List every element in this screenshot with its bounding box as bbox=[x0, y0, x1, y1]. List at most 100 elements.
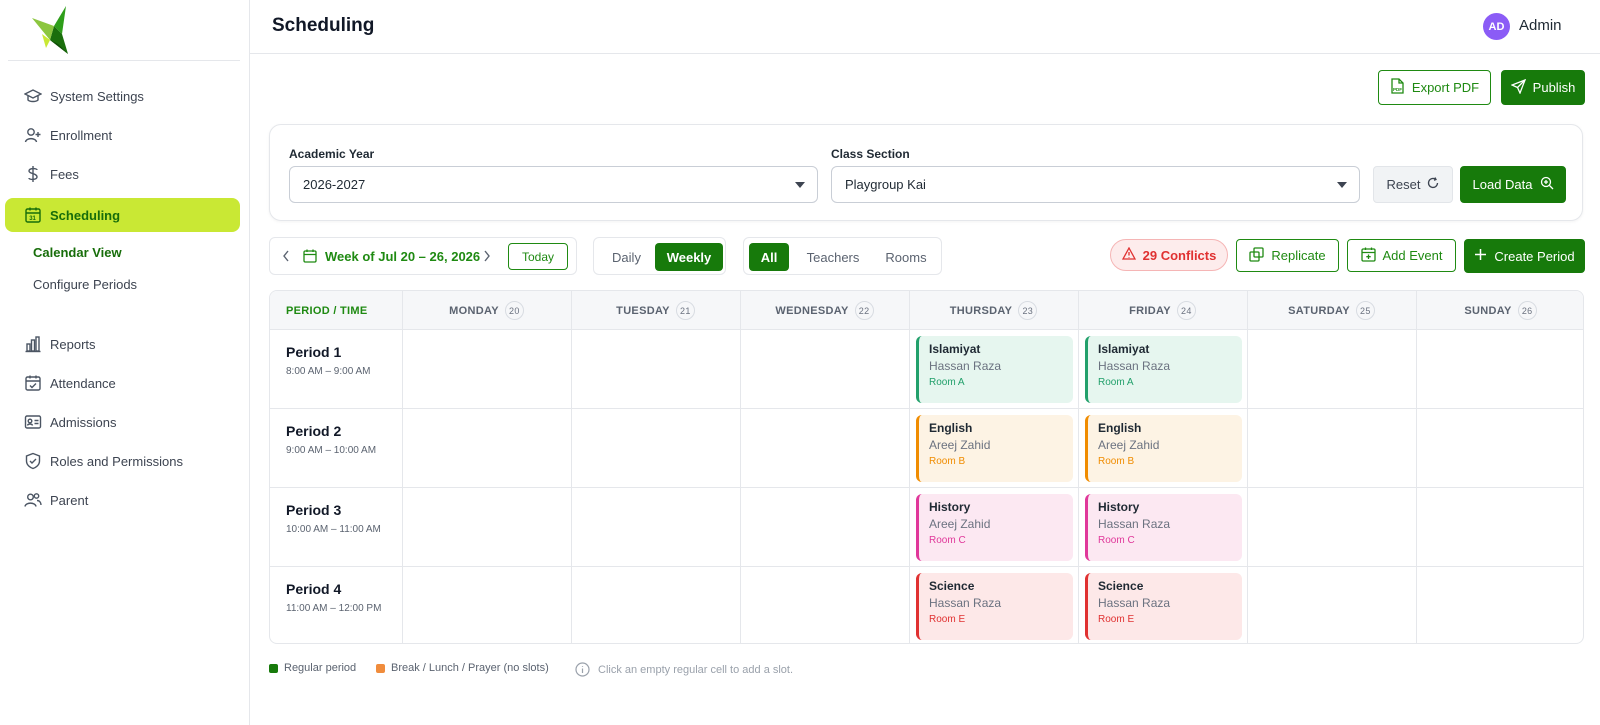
period-label: Period 3 bbox=[286, 502, 342, 518]
period-time: 10:00 AM – 11:00 AM bbox=[286, 524, 381, 535]
slot-teacher: Hassan Raza bbox=[1098, 517, 1171, 531]
dollar-icon bbox=[24, 165, 42, 183]
plus-icon bbox=[1474, 248, 1487, 264]
send-icon bbox=[1509, 78, 1526, 97]
sidebar-item-roles-permissions[interactable]: Roles and Permissions bbox=[5, 444, 240, 478]
view-daily-button[interactable]: Daily bbox=[599, 243, 654, 271]
academic-year-select[interactable]: 2026-2027 bbox=[289, 166, 818, 203]
sidebar-item-enrollment[interactable]: Enrollment bbox=[5, 118, 240, 152]
info-icon bbox=[575, 662, 590, 677]
sidebar-item-scheduling[interactable]: 31 Scheduling bbox=[5, 198, 240, 232]
slot-card[interactable]: Science Hassan Raza Room E bbox=[916, 573, 1073, 640]
slot-room: Room B bbox=[1098, 456, 1135, 467]
break-swatch bbox=[376, 663, 385, 673]
slot-card[interactable]: Science Hassan Raza Room E bbox=[1085, 573, 1242, 640]
user-plus-icon bbox=[24, 126, 42, 144]
slot-subject: Islamiyat bbox=[929, 342, 981, 356]
period-label: Period 2 bbox=[286, 423, 342, 439]
sidebar-item-admissions[interactable]: Admissions bbox=[5, 405, 240, 439]
legend-break: Break / Lunch / Prayer (no slots) bbox=[376, 662, 549, 674]
slot-card[interactable]: Islamiyat Hassan Raza Room A bbox=[1085, 336, 1242, 403]
period-label: Period 4 bbox=[286, 581, 342, 597]
slot-room: Room C bbox=[929, 535, 966, 546]
copy-icon bbox=[1249, 246, 1265, 265]
calendar-check-icon bbox=[24, 374, 42, 392]
slot-card[interactable]: English Areej Zahid Room B bbox=[1085, 415, 1242, 482]
period-time: 8:00 AM – 9:00 AM bbox=[286, 366, 371, 377]
slot-room: Room E bbox=[929, 614, 966, 625]
filter-card: Academic Year 2026-2027 Class Section Pl… bbox=[269, 124, 1583, 221]
calendar-icon bbox=[303, 249, 317, 266]
export-pdf-label: Export PDF bbox=[1411, 80, 1480, 95]
filter-all-button[interactable]: All bbox=[749, 243, 789, 271]
slot-subject: History bbox=[1098, 500, 1140, 514]
slot-card[interactable]: History Hassan Raza Room C bbox=[1085, 494, 1242, 561]
create-period-button[interactable]: Create Period bbox=[1464, 239, 1585, 273]
week-label: Week of Jul 20 – 26, 2026 bbox=[325, 249, 481, 264]
view-weekly-button[interactable]: Weekly bbox=[655, 243, 723, 271]
top-bar: Scheduling AD Admin bbox=[250, 0, 1600, 54]
replicate-button[interactable]: Replicate bbox=[1236, 239, 1339, 272]
legend-break-label: Break / Lunch / Prayer (no slots) bbox=[391, 662, 549, 674]
sidebar-item-parent[interactable]: Parent bbox=[5, 483, 240, 517]
legend-regular-label: Regular period bbox=[284, 662, 357, 674]
period-time: 11:00 AM – 12:00 PM bbox=[286, 603, 382, 614]
calendar-icon: 31 bbox=[24, 206, 42, 224]
avatar[interactable]: AD bbox=[1483, 13, 1510, 40]
day-name: FRIDAY bbox=[1129, 304, 1171, 317]
publish-button[interactable]: Publish bbox=[1501, 70, 1585, 105]
class-section-value: Playgroup Kai bbox=[845, 177, 926, 192]
app-logo bbox=[32, 6, 68, 54]
sidebar-item-reports[interactable]: Reports bbox=[5, 327, 240, 361]
slot-card[interactable]: Islamiyat Hassan Raza Room A bbox=[916, 336, 1073, 403]
caret-down-icon bbox=[795, 182, 805, 188]
slot-card[interactable]: History Areej Zahid Room C bbox=[916, 494, 1073, 561]
zoom-in-icon bbox=[1540, 176, 1554, 193]
caret-down-icon bbox=[1337, 182, 1347, 188]
day-number: 23 bbox=[1018, 301, 1038, 320]
day-header-tuesday: TUESDAY 21 bbox=[571, 291, 740, 330]
sidebar-item-system-settings[interactable]: System Settings bbox=[5, 79, 240, 113]
slot-teacher: Areej Zahid bbox=[929, 517, 991, 531]
reset-button[interactable]: Reset bbox=[1373, 166, 1453, 203]
slot-card[interactable]: English Areej Zahid Room B bbox=[916, 415, 1073, 482]
pdf-file-icon: PDF bbox=[1390, 78, 1405, 97]
sidebar-subitem-configure-periods[interactable]: Configure Periods bbox=[33, 277, 137, 292]
slot-subject: Science bbox=[1098, 579, 1144, 593]
day-name: MONDAY bbox=[449, 304, 499, 317]
load-data-label: Load Data bbox=[1472, 177, 1533, 192]
day-header-friday: FRIDAY 24 bbox=[1078, 291, 1247, 330]
export-pdf-button[interactable]: PDF Export PDF bbox=[1378, 70, 1491, 105]
slot-room: Room B bbox=[929, 456, 966, 467]
slot-subject: History bbox=[929, 500, 971, 514]
chevron-left-icon[interactable] bbox=[281, 249, 291, 266]
user-name[interactable]: Admin bbox=[1519, 17, 1562, 34]
class-section-select[interactable]: Playgroup Kai bbox=[831, 166, 1360, 203]
conflicts-button[interactable]: 29 Conflicts bbox=[1110, 239, 1228, 271]
chevron-right-icon[interactable] bbox=[482, 249, 492, 266]
day-name: THURSDAY bbox=[949, 304, 1013, 317]
view-toggle: Daily Weekly bbox=[593, 237, 726, 275]
load-data-button[interactable]: Load Data bbox=[1460, 166, 1566, 203]
filter-rooms-button[interactable]: Rooms bbox=[874, 243, 938, 271]
slot-teacher: Hassan Raza bbox=[929, 359, 1002, 373]
sidebar-item-attendance[interactable]: Attendance bbox=[5, 366, 240, 400]
day-number: 25 bbox=[1355, 301, 1375, 320]
slot-subject: English bbox=[929, 421, 973, 435]
today-button[interactable]: Today bbox=[508, 243, 568, 270]
slot-subject: Islamiyat bbox=[1098, 342, 1150, 356]
sidebar-item-fees[interactable]: Fees bbox=[5, 157, 240, 191]
sidebar-item-label: Parent bbox=[50, 492, 89, 508]
svg-text:31: 31 bbox=[29, 216, 36, 222]
legend-hint-label: Click an empty regular cell to add a slo… bbox=[598, 663, 794, 676]
period-label: Period 1 bbox=[286, 344, 342, 360]
sidebar-item-label: Fees bbox=[50, 166, 79, 182]
replicate-label: Replicate bbox=[1271, 248, 1326, 263]
sidebar-subitem-calendar-view[interactable]: Calendar View bbox=[33, 245, 122, 260]
filter-teachers-button[interactable]: Teachers bbox=[794, 243, 872, 271]
add-event-button[interactable]: Add Event bbox=[1347, 239, 1456, 272]
svg-text:PDF: PDF bbox=[1393, 87, 1402, 92]
slot-room: Room A bbox=[1098, 377, 1134, 388]
day-number: 26 bbox=[1517, 301, 1537, 320]
slot-subject: English bbox=[1098, 421, 1142, 435]
